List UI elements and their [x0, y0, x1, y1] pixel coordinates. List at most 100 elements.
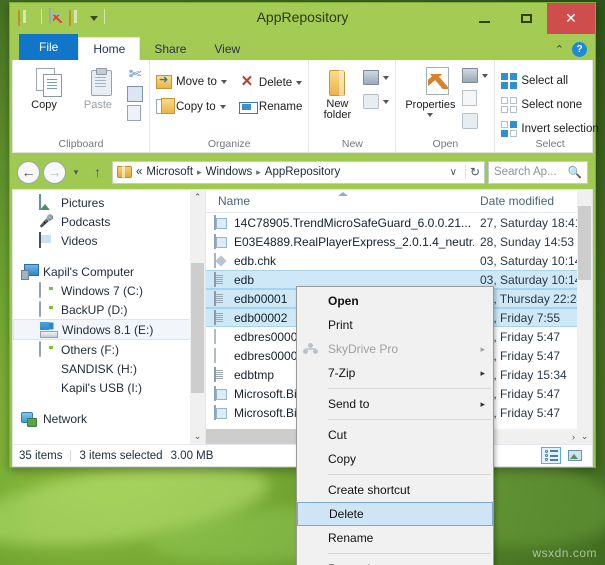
tab-view[interactable]: View: [200, 37, 254, 60]
maximize-button[interactable]: [505, 3, 547, 34]
new-item-button[interactable]: [363, 70, 389, 85]
tab-file[interactable]: File: [19, 34, 78, 60]
scrollbar-thumb[interactable]: [578, 206, 591, 280]
context-menu-item-properties[interactable]: Properties: [297, 557, 493, 565]
context-menu-item-copy[interactable]: Copy: [297, 447, 493, 471]
context-menu-item-print[interactable]: Print: [297, 313, 493, 337]
xml-file-icon: [214, 386, 228, 401]
breadcrumb-apprepository[interactable]: AppRepository: [265, 166, 340, 178]
file-date: 03, Saturday 10:14: [474, 273, 592, 287]
chk-file-icon: [214, 253, 228, 268]
open-with-button[interactable]: [462, 68, 488, 83]
copy-path-icon[interactable]: [127, 86, 143, 102]
select-all-icon: [501, 73, 517, 89]
move-to-button[interactable]: Move to: [156, 75, 227, 89]
sidebar-item-podcasts[interactable]: 🎤 Podcasts: [13, 212, 205, 231]
tab-share[interactable]: Share: [140, 37, 200, 60]
breadcrumb-windows[interactable]: Windows: [206, 166, 253, 178]
copy-to-icon: [156, 99, 172, 114]
column-header-date-modified[interactable]: Date modified: [474, 194, 592, 208]
breadcrumb-microsoft[interactable]: Microsoft: [146, 166, 193, 178]
context-menu-item-open[interactable]: Open: [297, 289, 493, 313]
context-menu-item-7-zip[interactable]: 7-Zip ▸: [297, 361, 493, 385]
ribbon-group-select: Select all Select none Invert selection …: [495, 60, 604, 152]
copy-icon: [36, 68, 52, 96]
scroll-up-icon[interactable]: ⌃: [190, 190, 205, 205]
sidebar-item-windows7-c[interactable]: Windows 7 (C:): [13, 281, 205, 300]
watermark: wsxdn.com: [532, 546, 597, 560]
sidebar-item-others-f[interactable]: Others (F:): [13, 340, 205, 359]
group-title-clipboard: Clipboard: [19, 138, 143, 152]
sidebar-item-windows81-e[interactable]: Windows 8.1 (E:): [13, 319, 205, 340]
context-menu-item-rename[interactable]: Rename: [297, 526, 493, 550]
sidebar-item-sandisk-h[interactable]: SANDISK (H:): [13, 359, 205, 378]
search-input[interactable]: Search Ap... 🔍: [488, 161, 588, 184]
copy-to-button[interactable]: Copy to: [156, 99, 227, 114]
forward-button[interactable]: →: [43, 161, 66, 184]
scroll-down-icon[interactable]: ⌄: [190, 429, 205, 444]
select-all-button[interactable]: Select all: [501, 73, 598, 89]
file-list-scrollbar[interactable]: ⌄: [577, 190, 592, 444]
blank-file-icon: [214, 348, 228, 363]
minimize-button[interactable]: [463, 3, 505, 34]
table-row[interactable]: 14C78905.TrendMicroSafeGuard_6.0.0.21...…: [206, 213, 592, 232]
tab-home[interactable]: Home: [78, 37, 140, 60]
edit-icon[interactable]: [462, 90, 477, 106]
delete-x-icon: ✕: [239, 75, 255, 91]
context-menu-item-create-shortcut[interactable]: Create shortcut: [297, 478, 493, 502]
details-view-button[interactable]: [541, 447, 561, 464]
select-all-label: Select all: [521, 75, 568, 87]
collapse-ribbon-icon[interactable]: ⌃: [555, 43, 564, 56]
sidebar-item-pictures[interactable]: Pictures: [13, 193, 205, 212]
context-menu-item-skydrive-pro[interactable]: SkyDrive Pro ▸: [297, 337, 493, 361]
sidebar-item-kapils-usb-i[interactable]: Kapil's USB (I:): [13, 378, 205, 397]
address-dropdown-icon[interactable]: ∨: [446, 167, 461, 178]
properties-button[interactable]: Properties: [402, 64, 458, 117]
delete-button[interactable]: ✕ Delete: [239, 75, 302, 91]
scroll-down-icon[interactable]: ⌄: [577, 429, 592, 444]
sidebar-item-videos[interactable]: Videos: [13, 231, 205, 250]
large-icons-view-button[interactable]: [565, 447, 585, 464]
context-menu-item-send-to[interactable]: Send to ▸: [297, 392, 493, 416]
address-breadcrumb[interactable]: « Microsoft ▸ Windows ▸ AppRepository ∨ …: [112, 161, 485, 184]
up-button[interactable]: ↑: [86, 161, 109, 184]
menu-separator: [328, 553, 491, 554]
file-name: edbtmp: [234, 368, 274, 382]
scrollbar-thumb[interactable]: [191, 263, 204, 393]
group-title-select: Select: [501, 138, 598, 152]
navigation-scrollbar[interactable]: ⌃ ⌄: [190, 190, 205, 444]
select-none-button[interactable]: Select none: [501, 97, 598, 113]
help-icon[interactable]: ?: [572, 42, 587, 57]
rename-button[interactable]: Rename: [239, 101, 302, 113]
history-icon[interactable]: [462, 113, 478, 129]
menu-label: Send to: [328, 397, 369, 411]
context-menu-item-delete[interactable]: Delete: [297, 502, 493, 526]
back-button[interactable]: ←: [17, 161, 40, 184]
copy-button[interactable]: Copy: [19, 64, 69, 111]
paste-shortcut-icon[interactable]: [127, 105, 141, 121]
refresh-icon[interactable]: ↻: [465, 165, 480, 179]
easy-access-button[interactable]: [363, 94, 389, 109]
drive-icon: [39, 342, 55, 358]
sidebar-item-network[interactable]: Network: [13, 409, 205, 428]
invert-selection-label: Invert selection: [521, 123, 598, 135]
close-button[interactable]: ✕: [547, 3, 595, 34]
table-row[interactable]: edb.chk 03, Saturday 10:14: [206, 251, 592, 270]
table-row[interactable]: E03E4889.RealPlayerExpress_2.0.1.4_neutr…: [206, 232, 592, 251]
sort-ascending-icon: [338, 192, 348, 196]
move-to-icon: [156, 75, 172, 89]
text-file-icon: [214, 367, 228, 382]
context-menu-item-cut[interactable]: Cut: [297, 423, 493, 447]
sidebar-item-backup-d[interactable]: BackUP (D:): [13, 300, 205, 319]
cut-scissors-icon[interactable]: ✄: [127, 67, 143, 83]
sidebar-item-computer[interactable]: Kapil's Computer: [13, 262, 205, 281]
recent-locations-button[interactable]: ▾: [69, 161, 83, 184]
column-headers: Name Date modified: [206, 190, 592, 213]
scroll-right-icon[interactable]: ›: [572, 432, 575, 442]
usb-drive-icon: [39, 361, 55, 377]
invert-selection-button[interactable]: Invert selection: [501, 121, 598, 137]
column-header-name[interactable]: Name: [206, 194, 474, 208]
chevron-down-icon: [383, 100, 389, 104]
new-folder-button[interactable]: New folder: [315, 64, 359, 121]
paste-button[interactable]: Paste: [73, 64, 123, 111]
